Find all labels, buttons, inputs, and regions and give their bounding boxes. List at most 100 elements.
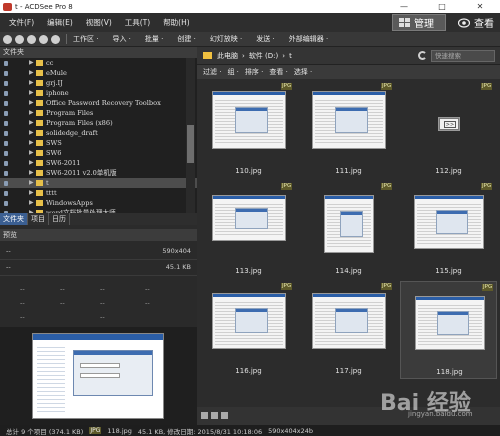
pin-icon[interactable] (4, 191, 8, 196)
expand-arrow-icon[interactable]: ▶ (29, 198, 34, 208)
manage-mode-button[interactable]: 管理 (392, 14, 446, 31)
folder-tree-item[interactable]: ▶ tttt (0, 188, 197, 198)
expand-arrow-icon[interactable]: ▶ (29, 128, 34, 138)
tab-folders[interactable]: 文件夹 (0, 213, 28, 225)
expand-arrow-icon[interactable]: ▶ (29, 78, 34, 88)
thumbnail-image[interactable] (414, 195, 484, 249)
slideshow-menu[interactable]: 幻灯放映 · (210, 34, 242, 44)
thumbnail-item[interactable]: JPG 111.jpg (300, 81, 397, 179)
thumbnail-item[interactable]: JPG 116.jpg (200, 281, 297, 379)
external-editor-menu[interactable]: 外部编辑器 · (289, 34, 328, 44)
thumbnail-item[interactable]: JPG 117.jpg (300, 281, 397, 379)
folder-tree-item[interactable]: ▶ SW6 (0, 148, 197, 158)
menu-file[interactable]: 文件(F) (9, 17, 34, 28)
folder-tree-item[interactable]: ▶ WindowsApps (0, 198, 197, 208)
pin-icon[interactable] (4, 91, 8, 96)
folder-tree-item[interactable]: ▶ SW6-2011 (0, 158, 197, 168)
filter-toggle-icon[interactable] (221, 412, 228, 419)
folder-tree-item[interactable]: ▶ SW6-2011 v2.0单机版 (0, 168, 197, 178)
back-icon[interactable] (3, 34, 12, 44)
expand-arrow-icon[interactable]: ▶ (29, 148, 34, 158)
folder-tree-item[interactable]: ▶ Program Files (x86) (0, 118, 197, 128)
thumbnail-image[interactable] (312, 293, 386, 349)
pin-icon[interactable] (4, 111, 8, 116)
menu-tools[interactable]: 工具(T) (125, 17, 150, 28)
view-mode-button[interactable]: 查看 (452, 14, 500, 31)
refresh-icon[interactable] (418, 51, 427, 60)
scrollbar-thumb[interactable] (187, 125, 194, 163)
folder-tree-item[interactable]: ▶ solidedge_draft (0, 128, 197, 138)
folder-tree-item[interactable]: ▶ cc (0, 58, 197, 68)
home-icon[interactable] (39, 34, 48, 44)
group-menu[interactable]: 组 · (227, 67, 238, 77)
expand-arrow-icon[interactable]: ▶ (29, 108, 34, 118)
tab-calendar[interactable]: 日历 (49, 213, 70, 225)
thumbnail-item[interactable]: >> JPG 112.jpg (400, 81, 497, 179)
menu-help[interactable]: 帮助(H) (163, 17, 190, 28)
expand-arrow-icon[interactable]: ▶ (29, 68, 34, 78)
expand-arrow-icon[interactable]: ▶ (29, 58, 34, 68)
pin-icon[interactable] (4, 201, 8, 206)
import-menu[interactable]: 导入 · (112, 34, 130, 44)
thumbnail-item[interactable]: JPG 110.jpg (200, 81, 297, 179)
sort-menu[interactable]: 排序 · (245, 67, 263, 77)
refresh-nav-icon[interactable] (51, 34, 60, 44)
expand-arrow-icon[interactable]: ▶ (29, 158, 34, 168)
thumbnail-item[interactable]: JPG 113.jpg (200, 181, 297, 279)
thumbnail-image[interactable]: >> (438, 117, 460, 131)
view-menu[interactable]: 查看 · (269, 67, 287, 77)
minimize-button[interactable]: — (384, 0, 424, 13)
menu-view[interactable]: 视图(V) (86, 17, 112, 28)
breadcrumb-pc[interactable]: 此电脑 (217, 51, 238, 61)
up-icon[interactable] (27, 34, 36, 44)
thumbnail-image[interactable] (212, 195, 286, 241)
select-menu[interactable]: 选择 · (294, 67, 312, 77)
folder-tree-item[interactable]: ▶ SWS (0, 138, 197, 148)
expand-arrow-icon[interactable]: ▶ (29, 188, 34, 198)
menu-edit[interactable]: 编辑(E) (47, 17, 73, 28)
thumbnail-size-icon[interactable] (211, 412, 218, 419)
quick-search-input[interactable]: 快速搜索 (431, 50, 495, 62)
folder-tree-item[interactable]: ▶ eMule (0, 68, 197, 78)
maximize-button[interactable]: □ (422, 0, 462, 13)
workspace-menu[interactable]: 工作区 · (73, 34, 98, 44)
thumbnail-image[interactable] (212, 293, 286, 349)
expand-arrow-icon[interactable]: ▶ (29, 138, 34, 148)
pin-icon[interactable] (4, 81, 8, 86)
pin-icon[interactable] (4, 171, 8, 176)
pin-icon[interactable] (4, 161, 8, 166)
view-options-icon[interactable] (201, 412, 208, 419)
pin-icon[interactable] (4, 121, 8, 126)
breadcrumb-drive[interactable]: 软件 (D:) (249, 51, 278, 61)
pin-icon[interactable] (4, 131, 8, 136)
thumbnail-item[interactable]: JPG 114.jpg (300, 181, 397, 279)
pin-icon[interactable] (4, 71, 8, 76)
batch-menu[interactable]: 批量 · (145, 34, 163, 44)
filter-menu[interactable]: 过滤 · (203, 67, 221, 77)
pin-icon[interactable] (4, 151, 8, 156)
close-button[interactable]: ✕ (460, 0, 500, 13)
send-menu[interactable]: 发送 · (256, 34, 274, 44)
pin-icon[interactable] (4, 101, 8, 106)
pin-icon[interactable] (4, 141, 8, 146)
folder-tree-item[interactable]: ▶ grj.IJ (0, 78, 197, 88)
expand-arrow-icon[interactable]: ▶ (29, 178, 34, 188)
thumbnail-image[interactable] (312, 91, 386, 149)
folder-tree-item[interactable]: ▶ Program Files (0, 108, 197, 118)
tab-catalog[interactable]: 项目 (28, 213, 49, 225)
thumbnail-item[interactable]: JPG 115.jpg (400, 181, 497, 279)
expand-arrow-icon[interactable]: ▶ (29, 98, 34, 108)
thumbnail-image[interactable] (212, 91, 286, 149)
expand-arrow-icon[interactable]: ▶ (29, 168, 34, 178)
thumbnail-image[interactable] (415, 296, 485, 350)
breadcrumb-folder[interactable]: t (289, 52, 292, 60)
forward-icon[interactable] (15, 34, 24, 44)
pin-icon[interactable] (4, 61, 8, 66)
folder-tree[interactable]: ▶ cc ▶ eMule ▶ grj.IJ ▶ iphone ▶ Office Password … (0, 58, 197, 213)
folder-tree-item[interactable]: ▶ Office Password Recovery Toolbox (0, 98, 197, 108)
expand-arrow-icon[interactable]: ▶ (29, 88, 34, 98)
folder-tree-item[interactable]: ▶ iphone (0, 88, 197, 98)
pin-icon[interactable] (4, 181, 8, 186)
folder-tree-item[interactable]: ▶ t (0, 178, 197, 188)
expand-arrow-icon[interactable]: ▶ (29, 118, 34, 128)
